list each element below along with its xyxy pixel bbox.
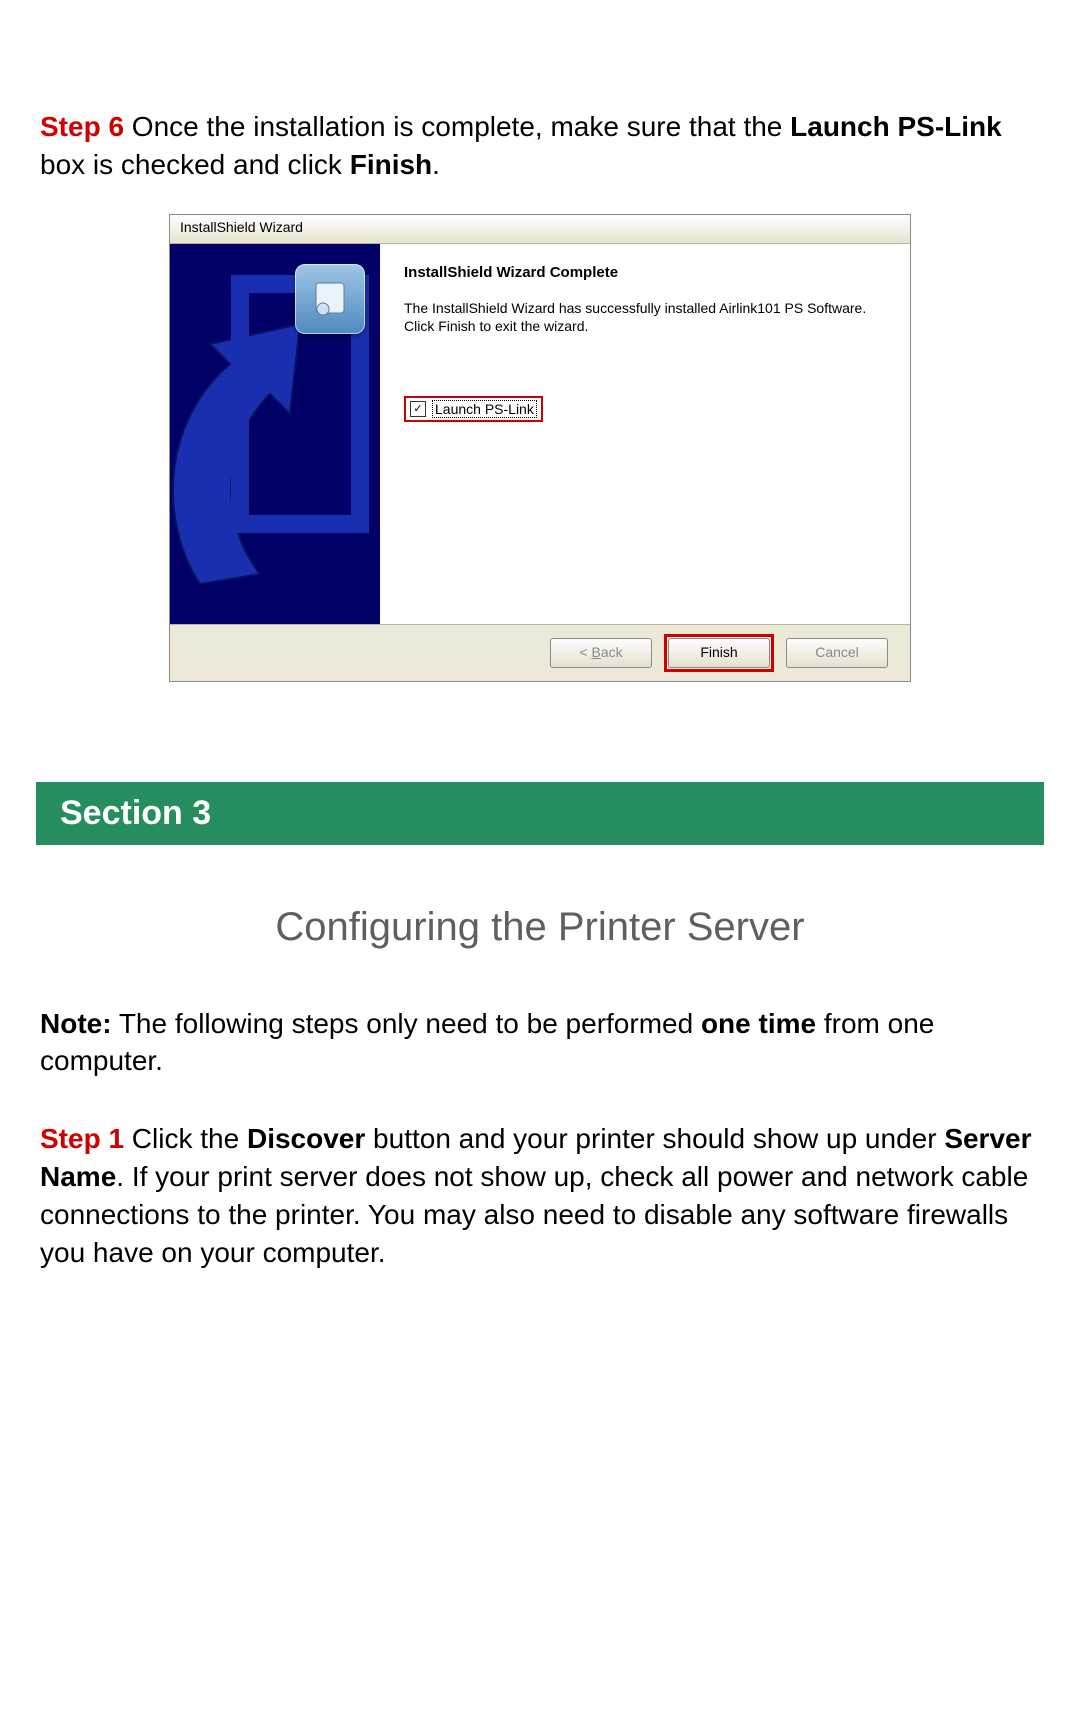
wizard-side-graphic bbox=[170, 244, 380, 624]
step1-b1: Discover bbox=[247, 1123, 365, 1154]
computer-box-icon bbox=[295, 264, 365, 334]
note-paragraph: Note: The following steps only need to b… bbox=[40, 1005, 1040, 1081]
section-bar: Section 3 bbox=[36, 782, 1044, 845]
wizard-heading: InstallShield Wizard Complete bbox=[404, 264, 886, 281]
window-titlebar: InstallShield Wizard bbox=[170, 215, 910, 244]
step1-t3: . If your print server does not show up,… bbox=[40, 1161, 1028, 1268]
step1-label: Step 1 bbox=[40, 1123, 124, 1154]
back-prefix: < bbox=[579, 644, 591, 660]
note-bold: one time bbox=[701, 1008, 816, 1039]
finish-button[interactable]: Finish bbox=[668, 638, 770, 668]
step1-t2: button and your printer should show up u… bbox=[365, 1123, 944, 1154]
cancel-button[interactable]: Cancel bbox=[786, 638, 888, 668]
launch-pslink-label: Launch PS-Link bbox=[432, 400, 537, 418]
step6-text-1: Once the installation is complete, make … bbox=[124, 111, 790, 142]
step6-text-2: box is checked and click bbox=[40, 149, 350, 180]
step6-bold2: Finish bbox=[350, 149, 432, 180]
launch-pslink-checkbox[interactable] bbox=[410, 401, 426, 417]
launch-pslink-checkbox-row: Launch PS-Link bbox=[404, 396, 543, 422]
wizard-button-bar: < Back Finish Cancel bbox=[170, 624, 910, 681]
step6-label: Step 6 bbox=[40, 111, 124, 142]
back-button[interactable]: < Back bbox=[550, 638, 652, 668]
step1-t1: Click the bbox=[124, 1123, 247, 1154]
step6-text-3: . bbox=[432, 149, 440, 180]
note-label: Note: bbox=[40, 1008, 112, 1039]
section-title: Configuring the Printer Server bbox=[40, 905, 1040, 950]
finish-button-highlight: Finish bbox=[664, 634, 774, 672]
wizard-content: InstallShield Wizard Complete The Instal… bbox=[380, 244, 910, 624]
wizard-body-text: The InstallShield Wizard has successfull… bbox=[404, 299, 886, 337]
back-access-key: B bbox=[591, 644, 600, 660]
step1-paragraph: Step 1 Click the Discover button and you… bbox=[40, 1120, 1040, 1271]
installshield-window: InstallShield Wizard InstallShield Wizar… bbox=[169, 214, 911, 682]
step6-paragraph: Step 6 Once the installation is complete… bbox=[40, 108, 1040, 184]
step6-bold1: Launch PS-Link bbox=[790, 111, 1002, 142]
note-text1: The following steps only need to be perf… bbox=[112, 1008, 701, 1039]
back-suffix: ack bbox=[601, 644, 623, 660]
